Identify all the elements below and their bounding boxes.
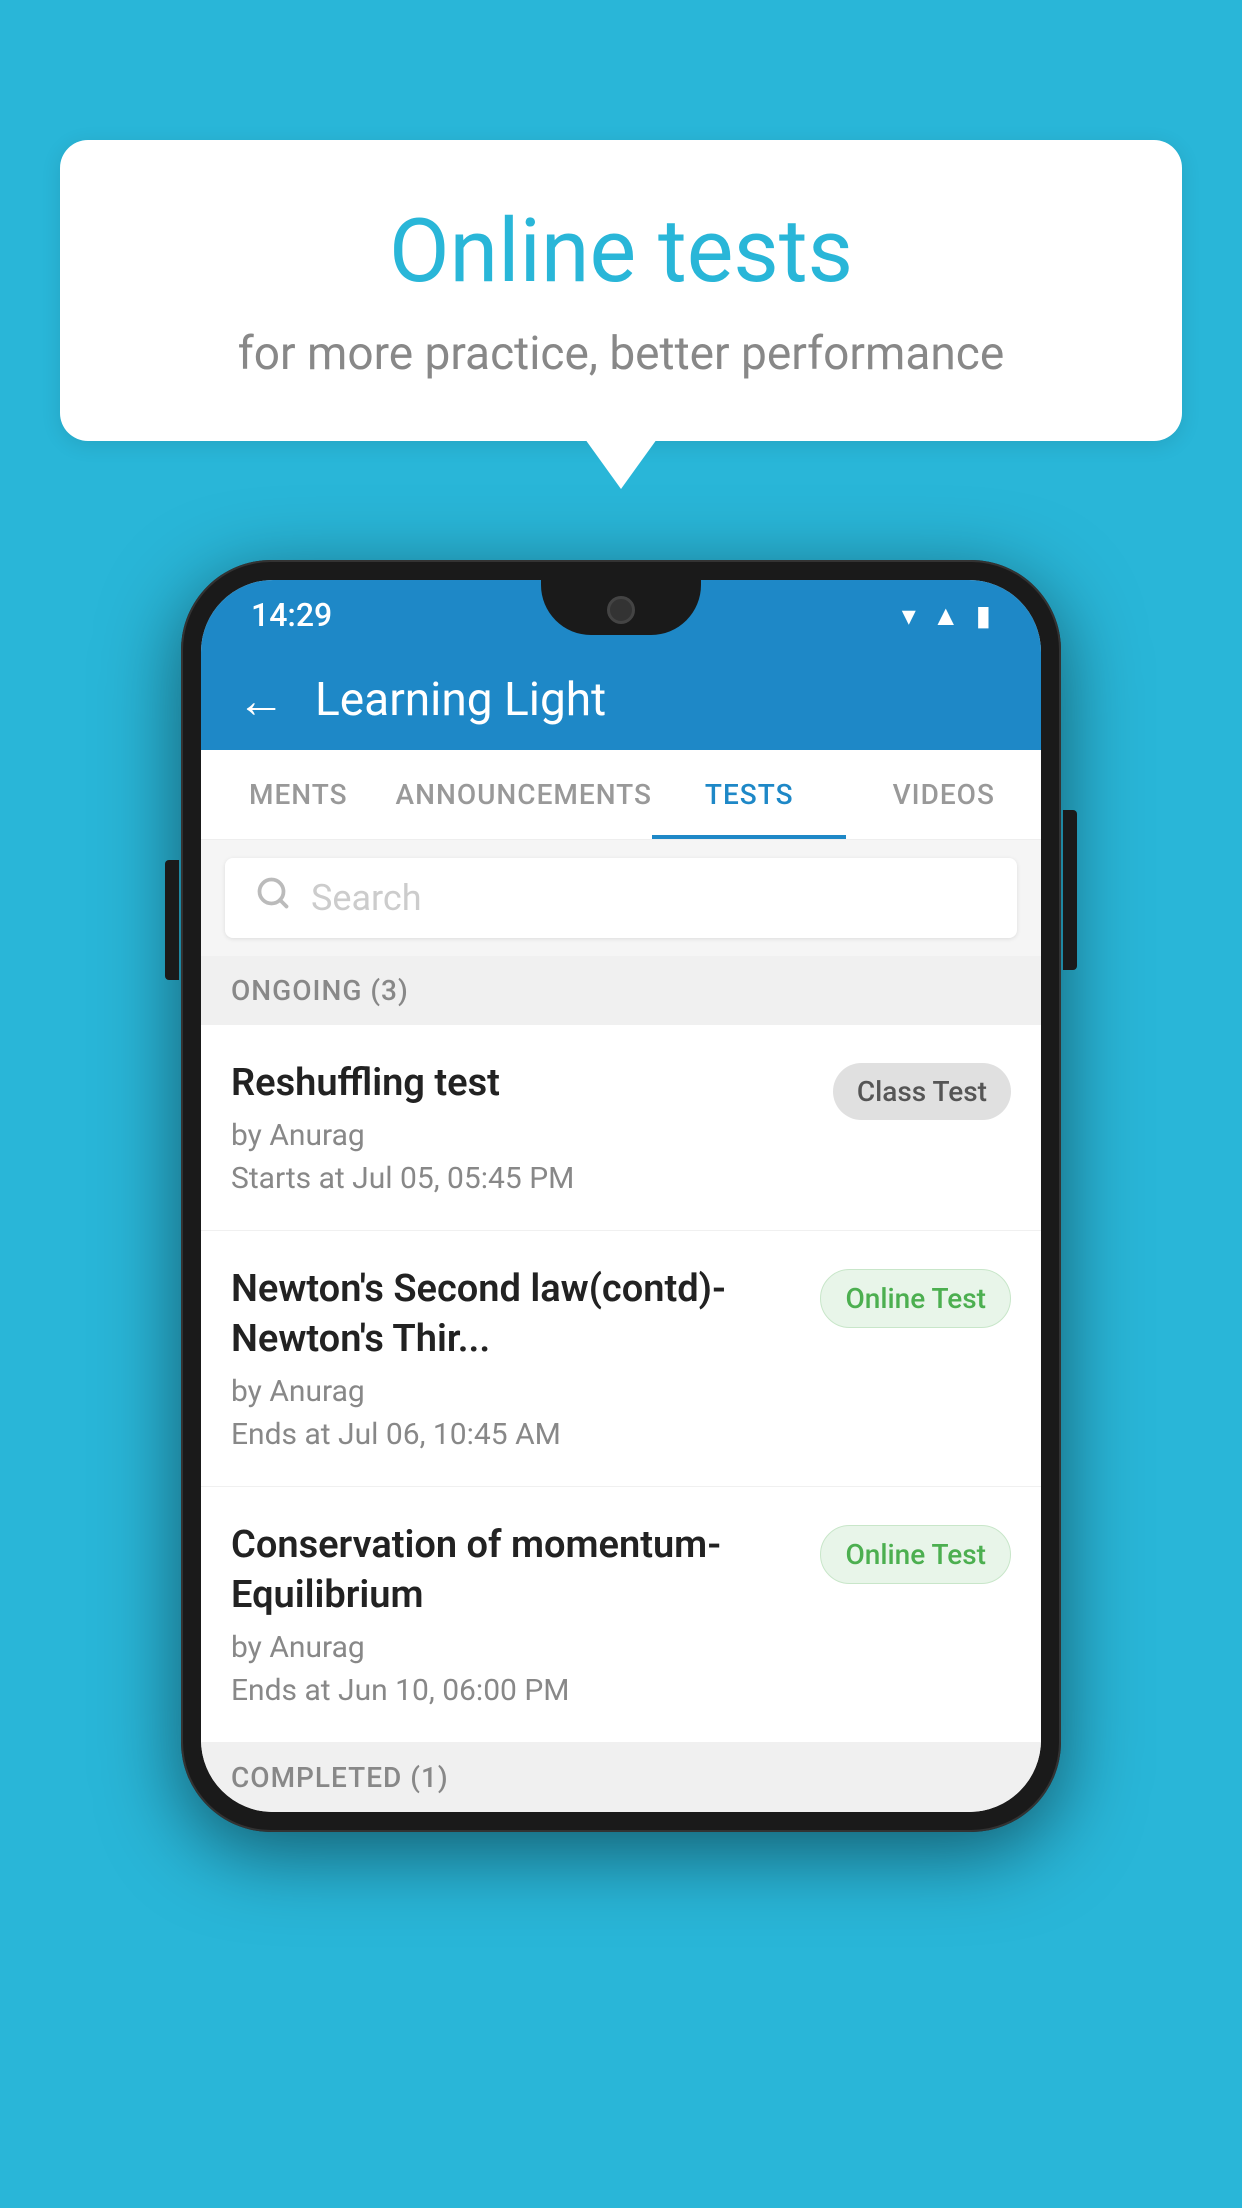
- test-title-1: Reshuffling test: [231, 1059, 813, 1108]
- test-date-3: Ends at Jun 10, 06:00 PM: [231, 1673, 800, 1708]
- bubble-subtitle: for more practice, better performance: [140, 327, 1102, 381]
- app-bar: ← Learning Light: [201, 650, 1041, 750]
- search-bar[interactable]: Search: [225, 858, 1017, 938]
- test-info-2: Newton's Second law(contd)-Newton's Thir…: [231, 1265, 800, 1452]
- test-title-3: Conservation of momentum-Equilibrium: [231, 1521, 800, 1620]
- wifi-icon: ▾: [902, 599, 916, 632]
- phone-screen: 14:29 ▾ ▲ ▮ ← Learning Light MENTS ANNOU…: [201, 580, 1041, 1812]
- phone-frame: 14:29 ▾ ▲ ▮ ← Learning Light MENTS ANNOU…: [181, 560, 1061, 1832]
- speech-bubble: Online tests for more practice, better p…: [60, 140, 1182, 441]
- test-item-2[interactable]: Newton's Second law(contd)-Newton's Thir…: [201, 1231, 1041, 1487]
- speech-bubble-container: Online tests for more practice, better p…: [60, 140, 1182, 441]
- notch: [541, 580, 701, 635]
- test-item-3[interactable]: Conservation of momentum-Equilibrium by …: [201, 1487, 1041, 1743]
- test-title-2: Newton's Second law(contd)-Newton's Thir…: [231, 1265, 800, 1364]
- app-title: Learning Light: [315, 673, 606, 727]
- test-item-1[interactable]: Reshuffling test by Anurag Starts at Jul…: [201, 1025, 1041, 1231]
- badge-class-test-1: Class Test: [833, 1063, 1011, 1120]
- ongoing-label: ONGOING (3): [231, 974, 409, 1007]
- back-button[interactable]: ←: [237, 672, 285, 729]
- notch-camera: [607, 596, 635, 624]
- badge-online-test-2: Online Test: [820, 1269, 1011, 1328]
- test-date-2: Ends at Jul 06, 10:45 AM: [231, 1417, 800, 1452]
- test-author-1: by Anurag: [231, 1118, 813, 1153]
- search-input[interactable]: Search: [311, 877, 422, 919]
- tab-ments[interactable]: MENTS: [201, 750, 396, 839]
- tab-announcements[interactable]: ANNOUNCEMENTS: [396, 750, 652, 839]
- test-info-3: Conservation of momentum-Equilibrium by …: [231, 1521, 800, 1708]
- test-author-2: by Anurag: [231, 1374, 800, 1409]
- search-container: Search: [201, 840, 1041, 956]
- test-author-3: by Anurag: [231, 1630, 800, 1665]
- test-info-1: Reshuffling test by Anurag Starts at Jul…: [231, 1059, 813, 1196]
- status-bar: 14:29 ▾ ▲ ▮: [201, 580, 1041, 650]
- battery-icon: ▮: [976, 599, 991, 632]
- test-date-1: Starts at Jul 05, 05:45 PM: [231, 1161, 813, 1196]
- bubble-title: Online tests: [140, 200, 1102, 303]
- search-icon: [255, 875, 291, 921]
- tabs-container: MENTS ANNOUNCEMENTS TESTS VIDEOS: [201, 750, 1041, 840]
- signal-icon: ▲: [932, 599, 960, 632]
- completed-label: COMPLETED (1): [231, 1761, 449, 1794]
- completed-section-header: COMPLETED (1): [201, 1743, 1041, 1812]
- badge-online-test-3: Online Test: [820, 1525, 1011, 1584]
- tab-videos[interactable]: VIDEOS: [846, 750, 1041, 839]
- ongoing-section-header: ONGOING (3): [201, 956, 1041, 1025]
- tab-tests[interactable]: TESTS: [652, 750, 847, 839]
- status-icons: ▾ ▲ ▮: [902, 599, 991, 632]
- phone-container: 14:29 ▾ ▲ ▮ ← Learning Light MENTS ANNOU…: [181, 560, 1061, 1832]
- status-time: 14:29: [251, 596, 332, 634]
